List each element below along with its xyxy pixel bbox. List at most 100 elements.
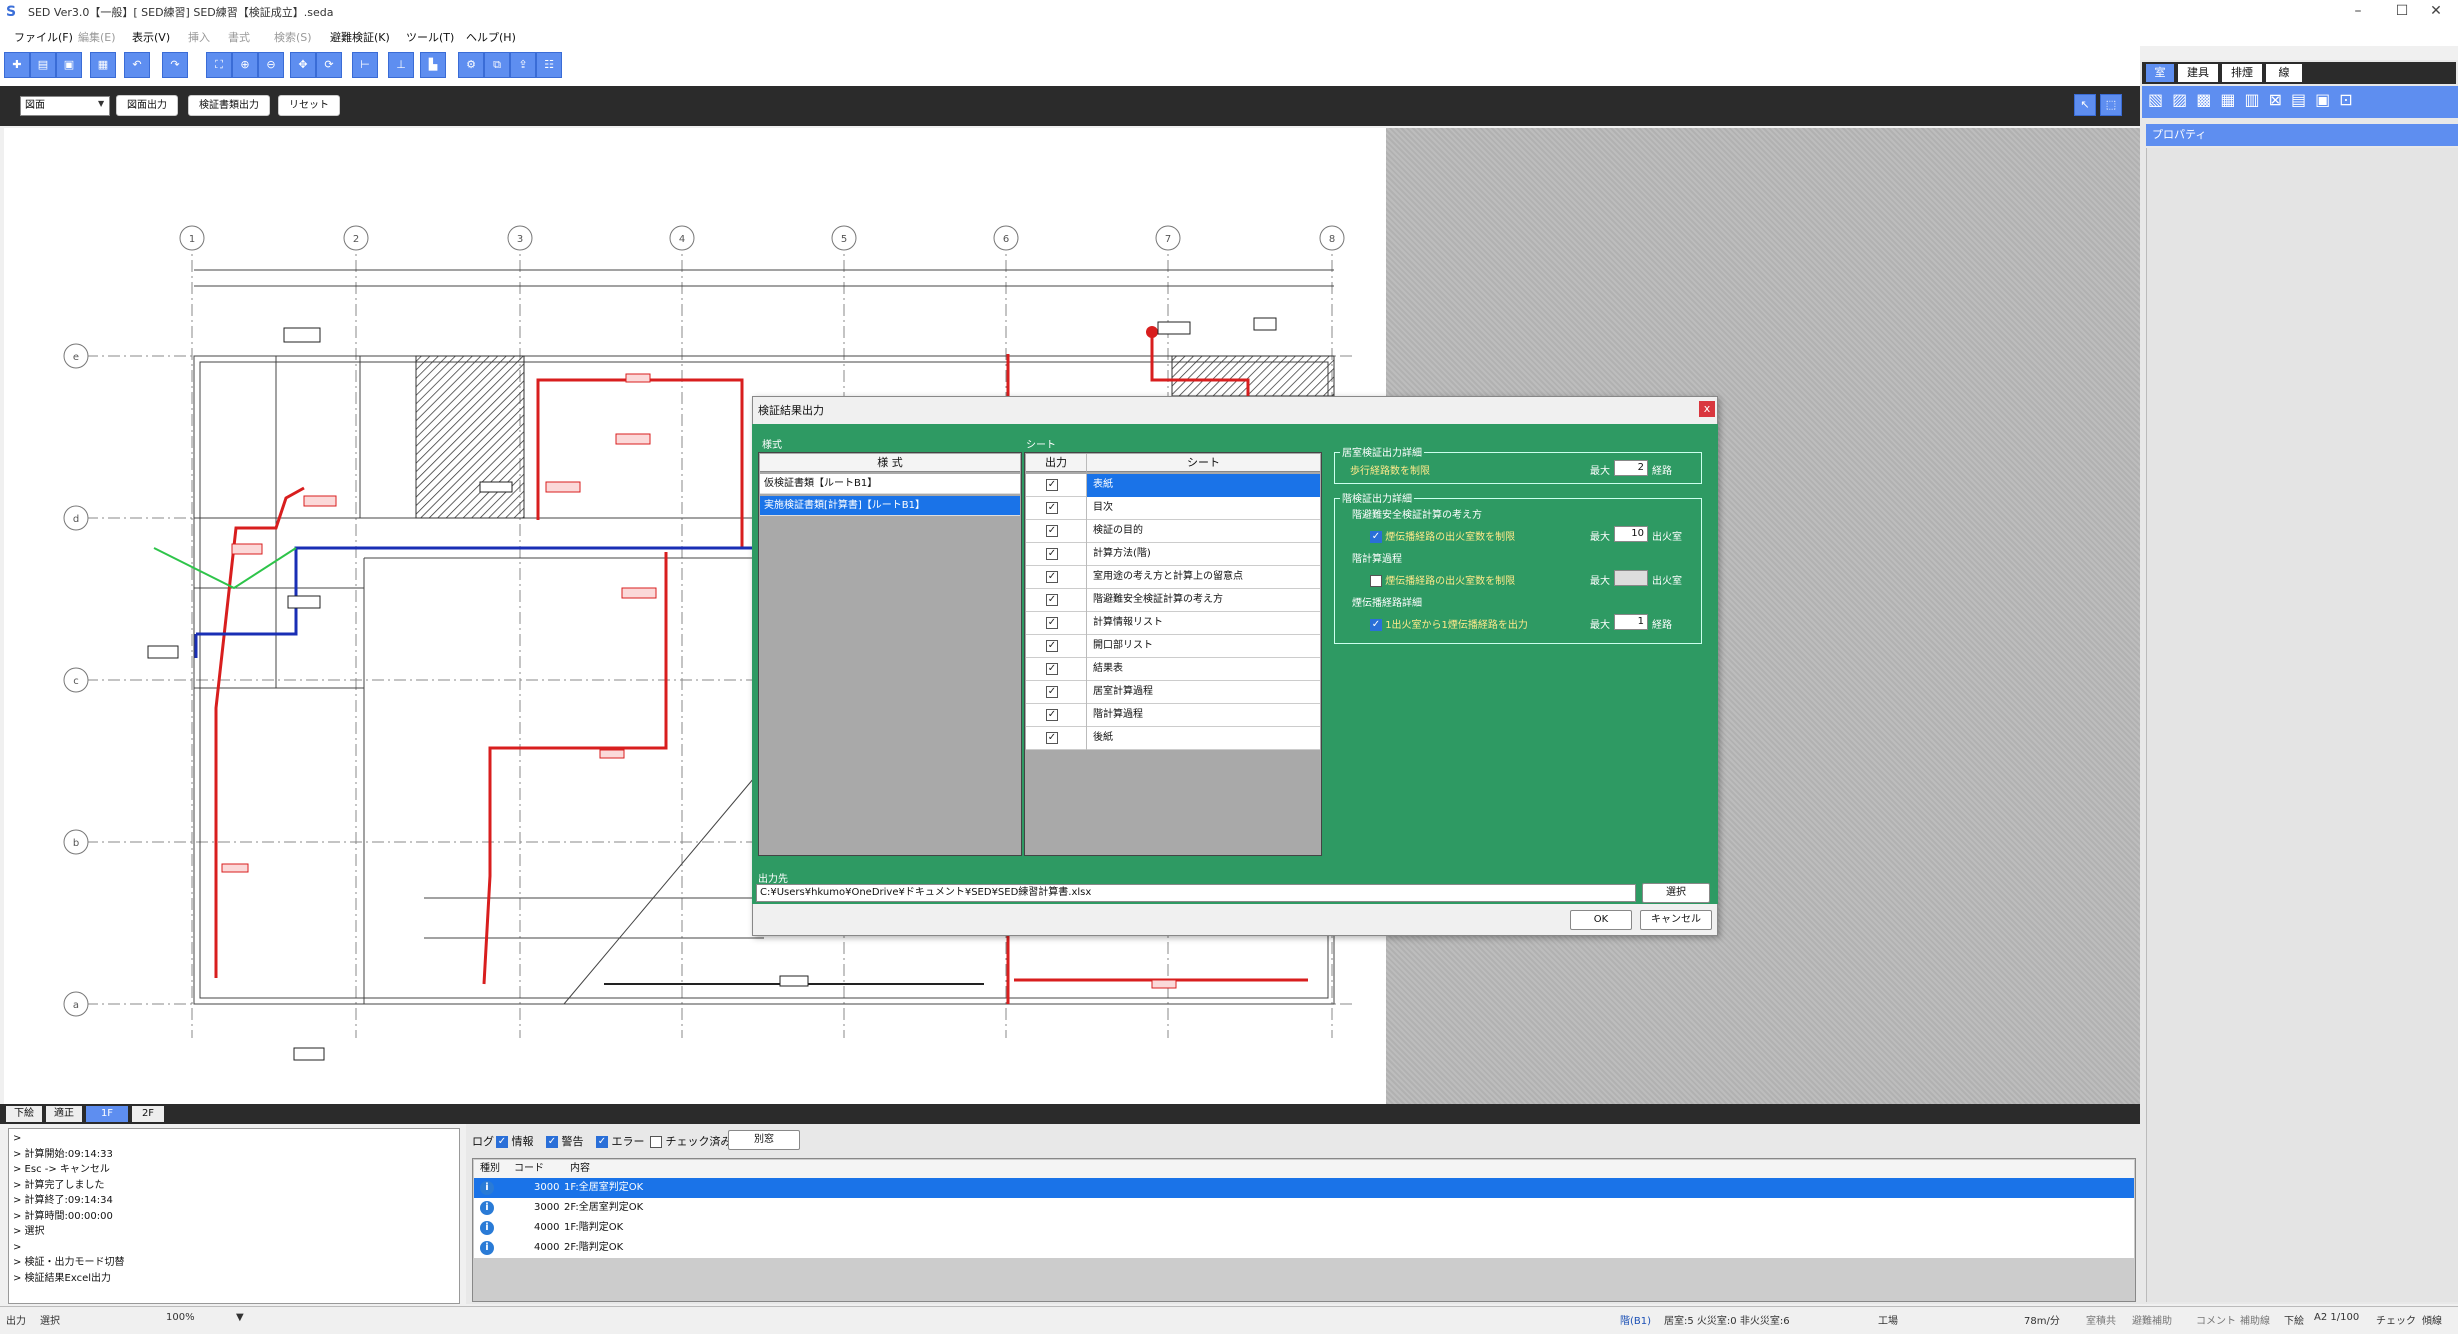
style-item[interactable]: 実施検証書類[計算書]【ルートB1】 bbox=[760, 496, 1020, 516]
zoom-in-icon[interactable]: ⊕ bbox=[232, 52, 258, 78]
check-icon[interactable]: ✓ bbox=[1046, 548, 1058, 560]
menu-insert[interactable]: 挿入 bbox=[188, 29, 210, 45]
status-comment[interactable]: コメント bbox=[2196, 1312, 2236, 1327]
zoom-level[interactable]: 100% bbox=[166, 1312, 195, 1323]
menu-view[interactable]: 表示(V) bbox=[132, 29, 170, 45]
sheet-row[interactable]: ✓ 室用途の考え方と計算上の留意点 bbox=[1026, 566, 1320, 589]
check-icon[interactable]: ✓ bbox=[1370, 619, 1382, 631]
check-icon[interactable]: ✓ bbox=[1046, 640, 1058, 652]
filter-warning[interactable]: ✓ 警告 bbox=[546, 1133, 584, 1149]
drawing-output-button[interactable]: 図面出力 bbox=[116, 95, 178, 116]
dialog-close-button[interactable]: x bbox=[1699, 401, 1715, 417]
check-icon[interactable]: ✓ bbox=[1046, 663, 1058, 675]
properties-icon[interactable]: ☷ bbox=[536, 52, 562, 78]
output-path-input[interactable]: C:¥Users¥hkumo¥OneDrive¥ドキュメント¥SED¥SED練習… bbox=[756, 884, 1636, 902]
checkbox-icon[interactable] bbox=[650, 1136, 662, 1148]
tab-room[interactable]: 室 bbox=[2146, 64, 2174, 82]
checkbox-icon[interactable] bbox=[1370, 575, 1382, 587]
cancel-button[interactable]: キャンセル bbox=[1640, 910, 1712, 930]
close-button[interactable]: ✕ bbox=[2414, 0, 2458, 24]
status-check[interactable]: チェック bbox=[2376, 1312, 2416, 1327]
sheet-row[interactable]: ✓ 計算情報リスト bbox=[1026, 612, 1320, 635]
select-path-button[interactable]: 選択 bbox=[1642, 883, 1710, 903]
verification-docs-button[interactable]: 検証書類出力 bbox=[188, 95, 270, 116]
menu-format[interactable]: 書式 bbox=[228, 29, 250, 45]
check-icon[interactable]: ✓ bbox=[1370, 531, 1382, 543]
menu-file[interactable]: ファイル(F) bbox=[14, 29, 73, 45]
tab-2f[interactable]: 2F bbox=[132, 1106, 164, 1122]
sheet-row[interactable]: ✓ 階計算過程 bbox=[1026, 704, 1320, 727]
mode-select[interactable]: 図面 bbox=[20, 96, 110, 116]
save-icon[interactable]: ▣ bbox=[56, 52, 82, 78]
smoke-route-limit-input[interactable]: 1 bbox=[1614, 614, 1648, 630]
settings-icon[interactable]: ⚙ bbox=[458, 52, 484, 78]
layers-icon[interactable]: ⧉ bbox=[484, 52, 510, 78]
zoom-out-icon[interactable]: ⊖ bbox=[258, 52, 284, 78]
check-icon[interactable]: ✓ bbox=[596, 1136, 608, 1148]
sheet-row[interactable]: ✓ 検証の目的 bbox=[1026, 520, 1320, 543]
check-icon[interactable]: ✓ bbox=[1046, 571, 1058, 583]
room-tools-icon[interactable]: ▧▨▩▦▥⊠▤▣⊡ bbox=[2148, 90, 2362, 109]
check-icon[interactable]: ✓ bbox=[1046, 525, 1058, 537]
style-item[interactable]: 仮検証書類【ルートB1】 bbox=[760, 474, 1020, 494]
tab-smoke[interactable]: 排煙 bbox=[2222, 64, 2262, 82]
undo-icon[interactable]: ↶ bbox=[124, 52, 150, 78]
log-row[interactable]: i 3000 1F:全居室判定OK bbox=[474, 1178, 2134, 1198]
check-icon[interactable]: ✓ bbox=[1046, 594, 1058, 606]
subgroup-option[interactable]: 煙伝播経路の出火室数を制限 bbox=[1370, 572, 1515, 587]
subgroup-option[interactable]: ✓ 煙伝播経路の出火室数を制限 bbox=[1370, 528, 1515, 543]
sheet-row[interactable]: ✓ 表紙 bbox=[1026, 474, 1320, 497]
pointer-icon[interactable]: ↖ bbox=[2074, 94, 2096, 116]
reset-button[interactable]: リセット bbox=[278, 95, 340, 116]
zoom-dropdown-icon[interactable]: ▼ bbox=[236, 1312, 244, 1323]
check-icon[interactable]: ✓ bbox=[1046, 686, 1058, 698]
grid-icon[interactable]: ▦ bbox=[90, 52, 116, 78]
pan-icon[interactable]: ✥ bbox=[290, 52, 316, 78]
subgroup-option[interactable]: ✓ 1出火室から1煙伝播経路を出力 bbox=[1370, 616, 1528, 631]
check-icon[interactable]: ✓ bbox=[496, 1136, 508, 1148]
log-row[interactable]: i 3000 2F:全居室判定OK bbox=[474, 1198, 2134, 1218]
tab-underlay[interactable]: 下絵 bbox=[6, 1106, 42, 1122]
redo-icon[interactable]: ↷ bbox=[162, 52, 188, 78]
zoom-fit-icon[interactable]: ⛶ bbox=[206, 52, 232, 78]
filter-info[interactable]: ✓ 情報 bbox=[496, 1133, 534, 1149]
sheet-row[interactable]: ✓ 居室計算過程 bbox=[1026, 681, 1320, 704]
sheet-row[interactable]: ✓ 計算方法(階) bbox=[1026, 543, 1320, 566]
room-route-limit-input[interactable]: 2 bbox=[1614, 460, 1648, 476]
log-row[interactable]: i 4000 2F:階判定OK bbox=[474, 1238, 2134, 1258]
open-icon[interactable]: ▤ bbox=[30, 52, 56, 78]
status-paper[interactable]: A2 1/100 bbox=[2314, 1312, 2359, 1323]
dimension-icon[interactable]: ⊥ bbox=[388, 52, 414, 78]
status-guide[interactable]: 補助線 bbox=[2240, 1312, 2270, 1327]
menu-help[interactable]: ヘルプ(H) bbox=[466, 29, 516, 45]
status-slope[interactable]: 傾線 bbox=[2422, 1312, 2442, 1327]
menu-search[interactable]: 検索(S) bbox=[274, 29, 312, 45]
menu-tools[interactable]: ツール(T) bbox=[406, 29, 454, 45]
minimize-button[interactable]: – bbox=[2336, 0, 2380, 24]
tab-1f[interactable]: 1F bbox=[86, 1106, 128, 1122]
check-icon[interactable]: ✓ bbox=[1046, 502, 1058, 514]
ok-button[interactable]: OK bbox=[1570, 910, 1632, 930]
align-icon[interactable]: ▙ bbox=[420, 52, 446, 78]
log-row[interactable]: i 4000 1F:階判定OK bbox=[474, 1218, 2134, 1238]
tab-fixture[interactable]: 建具 bbox=[2178, 64, 2218, 82]
check-icon[interactable]: ✓ bbox=[1046, 732, 1058, 744]
check-icon[interactable]: ✓ bbox=[1046, 479, 1058, 491]
sheet-row[interactable]: ✓ 目次 bbox=[1026, 497, 1320, 520]
new-icon[interactable]: ✚ bbox=[4, 52, 30, 78]
separate-window-button[interactable]: 別窓 bbox=[728, 1130, 800, 1150]
check-icon[interactable]: ✓ bbox=[1046, 617, 1058, 629]
tab-line[interactable]: 線 bbox=[2266, 64, 2302, 82]
filter-checked[interactable]: チェック済み bbox=[650, 1133, 732, 1149]
check-icon[interactable]: ✓ bbox=[1046, 709, 1058, 721]
filter-error[interactable]: ✓ エラー bbox=[596, 1133, 645, 1149]
tab-appropriate[interactable]: 適正 bbox=[46, 1106, 82, 1122]
menu-evacuation[interactable]: 避難検証(K) bbox=[330, 29, 390, 45]
measure-icon[interactable]: ⊢ bbox=[352, 52, 378, 78]
sheet-row[interactable]: ✓ 結果表 bbox=[1026, 658, 1320, 681]
floor-calc-limit-input[interactable] bbox=[1614, 570, 1648, 586]
refresh-icon[interactable]: ⟳ bbox=[316, 52, 342, 78]
sheet-row[interactable]: ✓ 階避難安全検証計算の考え方 bbox=[1026, 589, 1320, 612]
status-evac-aid[interactable]: 避難補助 bbox=[2132, 1312, 2172, 1327]
menu-edit[interactable]: 編集(E) bbox=[78, 29, 116, 45]
